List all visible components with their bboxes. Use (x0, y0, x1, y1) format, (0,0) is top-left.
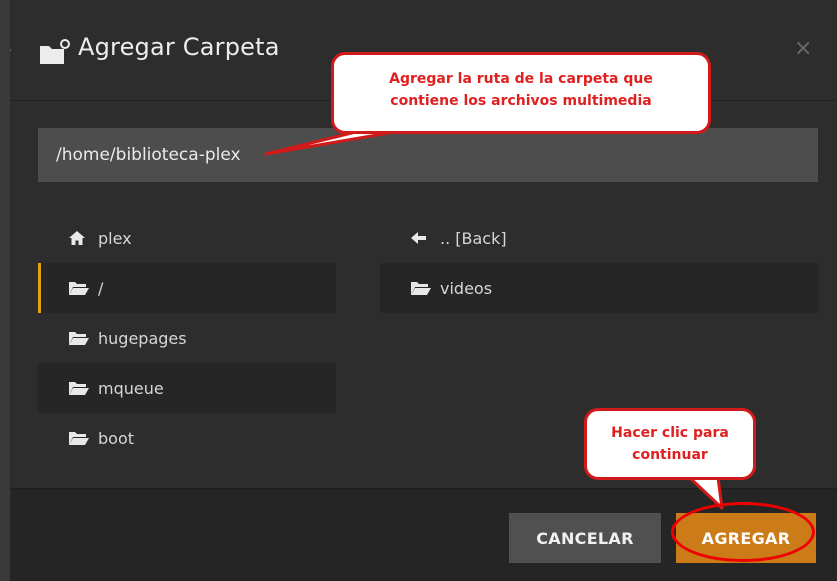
folder-item-label: .. [Back] (440, 228, 507, 248)
folder-item-mqueue[interactable]: mqueue (38, 363, 336, 413)
callout-click-hint: Hacer clic para continuar (584, 408, 756, 480)
folder-item-label: mqueue (98, 378, 164, 398)
add-button[interactable]: AGREGAR (676, 513, 816, 563)
callout-path-hint: Agregar la ruta de la carpeta que contie… (331, 52, 711, 134)
folder-item-hugepages[interactable]: hugepages (38, 313, 336, 363)
close-button[interactable]: × (794, 36, 812, 61)
folder-item-back[interactable]: .. [Back] (380, 213, 818, 263)
folder-open-icon (68, 430, 90, 446)
folder-item-label: hugepages (98, 328, 187, 348)
folder-open-icon (68, 330, 90, 346)
folder-item-plex[interactable]: plex (38, 213, 336, 263)
right-folder-list: .. [Back] videos (380, 213, 818, 313)
cancel-button[interactable]: CANCELAR (509, 513, 661, 563)
folder-item-label: / (98, 278, 104, 298)
folder-item-videos[interactable]: videos (380, 263, 818, 313)
dialog-title: Agregar Carpeta (78, 33, 280, 61)
folder-path-input[interactable] (38, 128, 818, 182)
folder-open-icon (68, 280, 90, 296)
folder-open-icon (68, 380, 90, 396)
arrow-left-icon (410, 230, 432, 246)
callout-text-line: Hacer clic para (611, 425, 729, 441)
folder-open-icon (410, 280, 432, 296)
callout-text-line: contiene los archivos multimedia (390, 93, 652, 109)
dialog-footer: CANCELAR AGREGAR (10, 488, 837, 581)
home-icon (68, 230, 90, 246)
callout-text-line: continuar (632, 447, 708, 463)
folder-item-label: videos (440, 278, 493, 298)
folder-add-icon (40, 39, 70, 64)
folder-item-label: boot (98, 428, 135, 448)
folder-item-boot[interactable]: boot (38, 413, 336, 463)
callout-text-line: Agregar la ruta de la carpeta que (389, 71, 653, 87)
folder-item-root[interactable]: / (38, 263, 336, 313)
left-folder-list: plex / hugepages mqueue boot (38, 213, 336, 463)
folder-item-label: plex (98, 228, 132, 248)
chevron-left-icon: › (10, 38, 13, 63)
